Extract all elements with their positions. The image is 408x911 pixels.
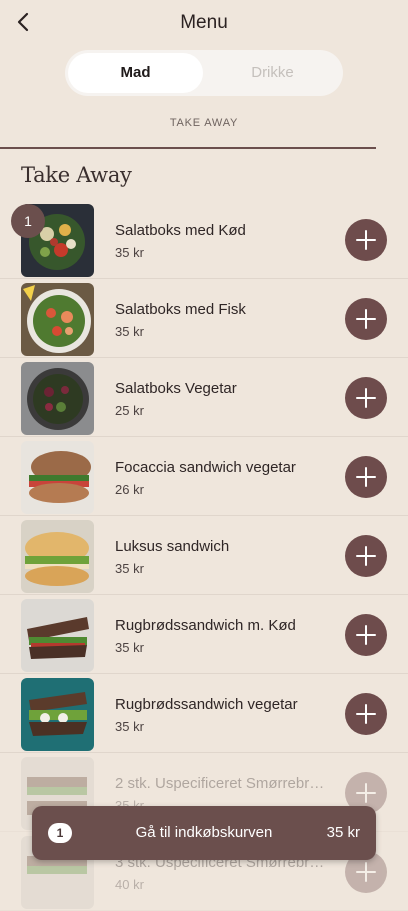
tab-underline: [0, 147, 376, 149]
section-heading: Take Away: [21, 163, 132, 187]
plus-icon: [356, 388, 376, 408]
category-switch: Mad Drikke: [65, 50, 343, 96]
item-name: 2 stk. Uspecificeret Smørrebr…: [115, 775, 325, 792]
item-price: 35 kr: [115, 719, 144, 734]
item-image: [21, 441, 94, 514]
tab-mad[interactable]: Mad: [68, 53, 203, 93]
add-button[interactable]: [345, 535, 387, 577]
list-item[interactable]: Salatboks med Fisk 35 kr: [0, 279, 408, 358]
item-name: Salatboks med Kød: [115, 222, 246, 239]
item-image: [21, 283, 94, 356]
add-button[interactable]: [345, 377, 387, 419]
add-button[interactable]: [345, 456, 387, 498]
item-image: [21, 362, 94, 435]
item-price: 40 kr: [115, 877, 144, 892]
item-name: Salatboks med Fisk: [115, 301, 246, 318]
item-price: 26 kr: [115, 482, 144, 497]
item-name: Salatboks Vegetar: [115, 380, 237, 397]
page-title: Menu: [180, 12, 228, 33]
item-price: 25 kr: [115, 403, 144, 418]
cart-label: Gå til indkøbskurven: [135, 824, 273, 841]
plus-icon: [356, 467, 376, 487]
item-name: Rugbrødssandwich vegetar: [115, 696, 298, 713]
list-item[interactable]: Salatboks med Kød 35 kr: [0, 200, 408, 279]
plus-icon: [356, 862, 376, 882]
plus-icon: [356, 230, 376, 250]
item-price: 35 kr: [115, 245, 144, 260]
tab-drikke[interactable]: Drikke: [205, 53, 340, 93]
header: Menu: [0, 0, 408, 44]
item-image: [21, 678, 94, 751]
tab-take-away[interactable]: TAKE AWAY: [0, 117, 408, 129]
plus-icon: [356, 625, 376, 645]
item-name: Rugbrødssandwich m. Kød: [115, 617, 296, 634]
plus-icon: [356, 783, 376, 803]
cart-total: 35 kr: [326, 824, 360, 841]
item-quantity-badge: 1: [11, 204, 45, 238]
go-to-cart-button[interactable]: 1 Gå til indkøbskurven 35 kr: [32, 806, 376, 860]
item-image: [21, 520, 94, 593]
item-image: [21, 599, 94, 672]
list-item[interactable]: Salatboks Vegetar 25 kr: [0, 358, 408, 437]
plus-icon: [356, 704, 376, 724]
item-price: 35 kr: [115, 324, 144, 339]
plus-icon: [356, 309, 376, 329]
add-button[interactable]: [345, 219, 387, 261]
item-name: Luksus sandwich: [115, 538, 230, 555]
item-name: Focaccia sandwich vegetar: [115, 459, 296, 476]
add-button[interactable]: [345, 298, 387, 340]
item-price: 35 kr: [115, 640, 144, 655]
list-item[interactable]: Focaccia sandwich vegetar 26 kr: [0, 437, 408, 516]
list-item[interactable]: Rugbrødssandwich m. Kød 35 kr: [0, 595, 408, 674]
list-item[interactable]: Rugbrødssandwich vegetar 35 kr: [0, 674, 408, 753]
list-item[interactable]: Luksus sandwich 35 kr: [0, 516, 408, 595]
add-button[interactable]: [345, 693, 387, 735]
item-price: 35 kr: [115, 561, 144, 576]
plus-icon: [356, 546, 376, 566]
add-button[interactable]: [345, 614, 387, 656]
